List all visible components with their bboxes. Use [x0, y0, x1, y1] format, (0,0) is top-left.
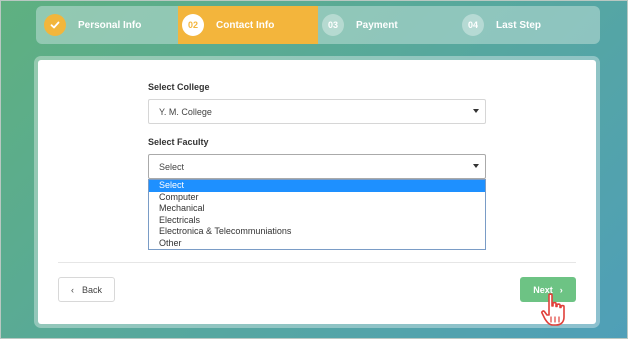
chevron-left-icon: ‹ [70, 284, 74, 295]
step-payment[interactable]: 03 Payment [318, 6, 458, 44]
step-last-step[interactable]: 04 Last Step [458, 6, 600, 44]
faculty-select[interactable]: Select [148, 154, 486, 179]
dropdown-arrow-icon [473, 109, 479, 113]
dropdown-option-electricals[interactable]: Electricals [149, 215, 485, 227]
progress-stepper: Personal Info 02 Contact Info 03 Payment… [36, 6, 600, 44]
divider [58, 262, 576, 263]
dropdown-option-electronics[interactable]: Electronica & Telecommuniations [149, 226, 485, 238]
check-icon [44, 14, 66, 36]
step-number: 04 [462, 14, 484, 36]
step-label: Contact Info [216, 19, 275, 31]
form-panel: Select College Y. M. College Select Facu… [38, 60, 596, 324]
dropdown-option-other[interactable]: Other [149, 238, 485, 250]
dropdown-arrow-icon [473, 164, 479, 168]
college-select-value: Y. M. College [159, 106, 212, 117]
step-personal-info[interactable]: Personal Info [36, 6, 178, 44]
step-label: Payment [356, 19, 398, 31]
dropdown-option-select[interactable]: Select [149, 180, 485, 192]
step-label: Personal Info [78, 19, 142, 31]
college-select[interactable]: Y. M. College [148, 99, 486, 124]
hand-pointer-icon [541, 293, 565, 326]
step-number: 02 [182, 14, 204, 36]
college-label: Select College [148, 82, 210, 92]
dropdown-option-mechanical[interactable]: Mechanical [149, 203, 485, 215]
step-contact-info[interactable]: 02 Contact Info [178, 6, 318, 44]
back-button-label: Back [81, 284, 102, 295]
dropdown-option-computer[interactable]: Computer [149, 192, 485, 204]
back-button[interactable]: ‹ Back [58, 277, 115, 302]
faculty-dropdown-list: Select Computer Mechanical Electricals E… [148, 179, 486, 250]
step-number: 03 [322, 14, 344, 36]
faculty-label: Select Faculty [148, 137, 209, 147]
step-label: Last Step [496, 19, 542, 31]
faculty-select-value: Select [159, 161, 185, 172]
